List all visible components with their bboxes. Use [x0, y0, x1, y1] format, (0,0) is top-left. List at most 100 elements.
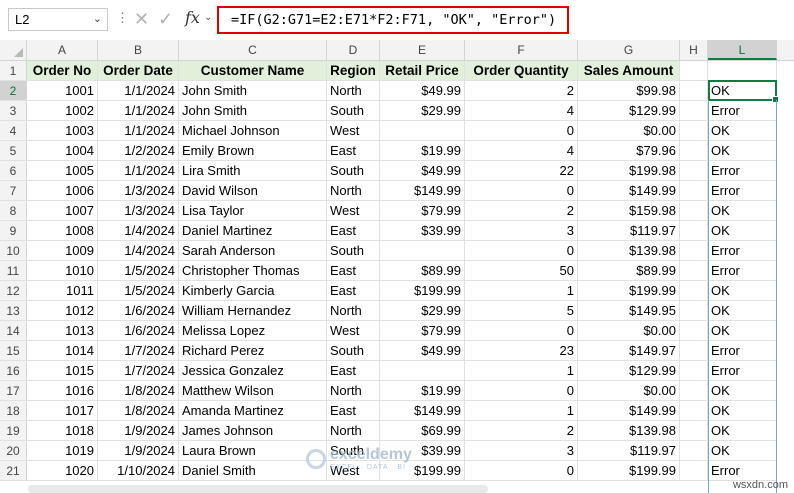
column-header-e[interactable]: E [380, 40, 465, 60]
cell-order-date[interactable]: 1/8/2024 [98, 381, 179, 401]
row-header[interactable]: 13 [0, 301, 27, 321]
cancel-icon[interactable]: ✕ [134, 9, 149, 29]
cell-region[interactable]: South [327, 341, 380, 361]
cell-empty[interactable] [680, 461, 708, 481]
cell-sales-amount[interactable]: $129.99 [578, 361, 680, 381]
cell-customer-name[interactable]: Kimberly Garcia [179, 281, 327, 301]
cell-order-quantity[interactable]: 1 [465, 361, 578, 381]
cell-retail-price[interactable]: $39.99 [380, 221, 465, 241]
cell-order-date[interactable]: 1/6/2024 [98, 321, 179, 341]
cell-empty[interactable] [680, 81, 708, 101]
cell-empty[interactable] [680, 341, 708, 361]
cell-order-no[interactable]: 1011 [27, 281, 98, 301]
cell-sales-amount[interactable]: $119.97 [578, 221, 680, 241]
cell-check-result[interactable]: OK [708, 321, 777, 341]
cell-order-no[interactable]: 1010 [27, 261, 98, 281]
cell-order-no[interactable]: 1018 [27, 421, 98, 441]
header-cell-order-no[interactable]: Order No [27, 61, 98, 81]
cell-retail-price[interactable]: $199.99 [380, 281, 465, 301]
cell-order-quantity[interactable]: 3 [465, 441, 578, 461]
cell-check-result[interactable]: OK [708, 401, 777, 421]
cell-check-result[interactable]: OK [708, 301, 777, 321]
cell-order-quantity[interactable]: 0 [465, 461, 578, 481]
formula-expand-chevron-icon[interactable]: ⌄ [204, 12, 212, 23]
cell-order-quantity[interactable]: 0 [465, 321, 578, 341]
cell-empty[interactable] [680, 321, 708, 341]
column-header-d[interactable]: D [327, 40, 380, 60]
cell-order-no[interactable]: 1005 [27, 161, 98, 181]
column-header-h[interactable]: H [680, 40, 708, 60]
cell-empty[interactable] [680, 161, 708, 181]
cell-retail-price[interactable]: $49.99 [380, 81, 465, 101]
cell-order-date[interactable]: 1/3/2024 [98, 201, 179, 221]
cell-order-quantity[interactable]: 23 [465, 341, 578, 361]
cell-empty[interactable] [680, 101, 708, 121]
column-header-b[interactable]: B [98, 40, 179, 60]
header-cell-order-quantity[interactable]: Order Quantity [465, 61, 578, 81]
row-header[interactable]: 1 [0, 61, 27, 81]
cell-retail-price[interactable]: $79.99 [380, 201, 465, 221]
row-header[interactable]: 12 [0, 281, 27, 301]
cell-region[interactable]: West [327, 121, 380, 141]
row-header[interactable]: 15 [0, 341, 27, 361]
cell-check-result[interactable]: Error [708, 461, 777, 481]
cell-empty[interactable] [680, 441, 708, 461]
cell-order-no[interactable]: 1015 [27, 361, 98, 381]
cell-customer-name[interactable]: Laura Brown [179, 441, 327, 461]
cell-retail-price[interactable]: $29.99 [380, 101, 465, 121]
cell-retail-price[interactable]: $49.99 [380, 161, 465, 181]
cell-sales-amount[interactable]: $149.99 [578, 401, 680, 421]
cell-order-date[interactable]: 1/9/2024 [98, 421, 179, 441]
select-all-button[interactable] [0, 40, 27, 60]
cell-sales-amount[interactable]: $0.00 [578, 321, 680, 341]
cell-retail-price[interactable]: $79.99 [380, 321, 465, 341]
cell-region[interactable]: East [327, 401, 380, 421]
cell-check-result[interactable]: OK [708, 201, 777, 221]
cell-sales-amount[interactable]: $199.99 [578, 461, 680, 481]
cell-customer-name[interactable]: Emily Brown [179, 141, 327, 161]
cell-region[interactable]: East [327, 281, 380, 301]
cell-retail-price[interactable]: $89.99 [380, 261, 465, 281]
cell-region[interactable]: East [327, 261, 380, 281]
cell-customer-name[interactable]: Jessica Gonzalez [179, 361, 327, 381]
row-header[interactable]: 16 [0, 361, 27, 381]
cell-retail-price[interactable]: $19.99 [380, 141, 465, 161]
cell-customer-name[interactable]: Amanda Martinez [179, 401, 327, 421]
cell-order-date[interactable]: 1/5/2024 [98, 281, 179, 301]
row-header[interactable]: 3 [0, 101, 27, 121]
row-header[interactable]: 18 [0, 401, 27, 421]
header-cell-sales-amount[interactable]: Sales Amount [578, 61, 680, 81]
cell-order-date[interactable]: 1/2/2024 [98, 141, 179, 161]
cell-region[interactable]: South [327, 101, 380, 121]
cell-order-quantity[interactable]: 1 [465, 401, 578, 421]
cell-sales-amount[interactable]: $0.00 [578, 381, 680, 401]
cell-order-date[interactable]: 1/1/2024 [98, 161, 179, 181]
row-header[interactable]: 19 [0, 421, 27, 441]
cell-empty[interactable] [680, 201, 708, 221]
column-header-g[interactable]: G [578, 40, 680, 60]
cell-retail-price[interactable]: $149.99 [380, 401, 465, 421]
chevron-down-icon[interactable]: ⌄ [93, 9, 102, 30]
cell-sales-amount[interactable]: $159.98 [578, 201, 680, 221]
cell-order-date[interactable]: 1/1/2024 [98, 101, 179, 121]
cell-order-date[interactable]: 1/3/2024 [98, 181, 179, 201]
cell-region[interactable]: East [327, 221, 380, 241]
cell-customer-name[interactable]: Matthew Wilson [179, 381, 327, 401]
cell-sales-amount[interactable]: $0.00 [578, 121, 680, 141]
cell-order-no[interactable]: 1014 [27, 341, 98, 361]
cell-sales-amount[interactable]: $149.95 [578, 301, 680, 321]
row-header[interactable]: 4 [0, 121, 27, 141]
row-header[interactable]: 7 [0, 181, 27, 201]
cell-order-quantity[interactable]: 50 [465, 261, 578, 281]
row-header[interactable]: 14 [0, 321, 27, 341]
cell-empty[interactable] [680, 61, 708, 81]
cell-order-no[interactable]: 1017 [27, 401, 98, 421]
cell-check-result[interactable]: OK [708, 221, 777, 241]
horizontal-scrollbar[interactable] [28, 485, 488, 493]
cell-customer-name[interactable]: William Hernandez [179, 301, 327, 321]
cell-region[interactable]: East [327, 141, 380, 161]
cell-sales-amount[interactable]: $139.98 [578, 421, 680, 441]
cell-empty[interactable] [680, 401, 708, 421]
cell-order-quantity[interactable]: 3 [465, 221, 578, 241]
cell-order-date[interactable]: 1/7/2024 [98, 361, 179, 381]
